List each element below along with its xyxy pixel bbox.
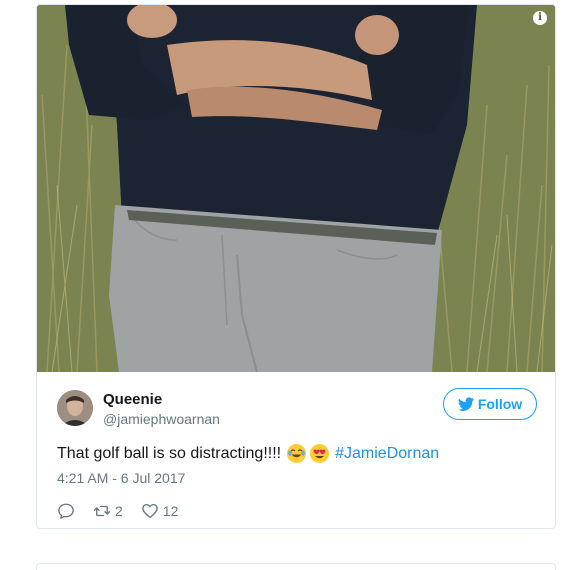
retweet-count: 2 xyxy=(115,503,123,519)
reply-icon xyxy=(58,503,74,519)
retweet-action[interactable]: 2 xyxy=(93,502,123,520)
next-tweet-card xyxy=(36,563,556,570)
tweet-text: That golf ball is so distracting!!!! #Ja… xyxy=(57,444,439,463)
face-with-tears-of-joy-icon xyxy=(287,444,307,463)
like-action[interactable]: 12 xyxy=(141,502,179,520)
hashtag-link[interactable]: #JamieDornan xyxy=(335,445,439,463)
follow-label: Follow xyxy=(477,396,523,412)
heart-eyes-icon xyxy=(310,444,330,463)
tweet-timestamp[interactable]: 4:21 AM - 6 Jul 2017 xyxy=(57,470,185,486)
tweet-photo[interactable]: i xyxy=(37,5,555,372)
tweet-body: That golf ball is so distracting!!!! xyxy=(57,444,282,462)
user-handle[interactable]: @jamiephwoarnan xyxy=(103,411,220,427)
photo-illustration xyxy=(37,5,555,372)
like-count: 12 xyxy=(162,503,179,519)
retweet-icon xyxy=(93,505,111,517)
reply-action[interactable] xyxy=(57,502,75,520)
display-name[interactable]: Queenie xyxy=(103,391,162,408)
twitter-bird-icon xyxy=(457,397,474,411)
tweet-card: i Queenie @jamiephwoarnan Follow That go… xyxy=(36,4,556,529)
tweet-header: Queenie @jamiephwoarnan Follow xyxy=(57,388,537,436)
heart-icon xyxy=(141,503,158,519)
info-icon[interactable]: i xyxy=(533,11,547,25)
avatar[interactable] xyxy=(57,390,93,426)
tweet-actions: 2 12 xyxy=(57,501,196,521)
avatar-image xyxy=(57,390,93,426)
follow-button[interactable]: Follow xyxy=(443,388,537,420)
